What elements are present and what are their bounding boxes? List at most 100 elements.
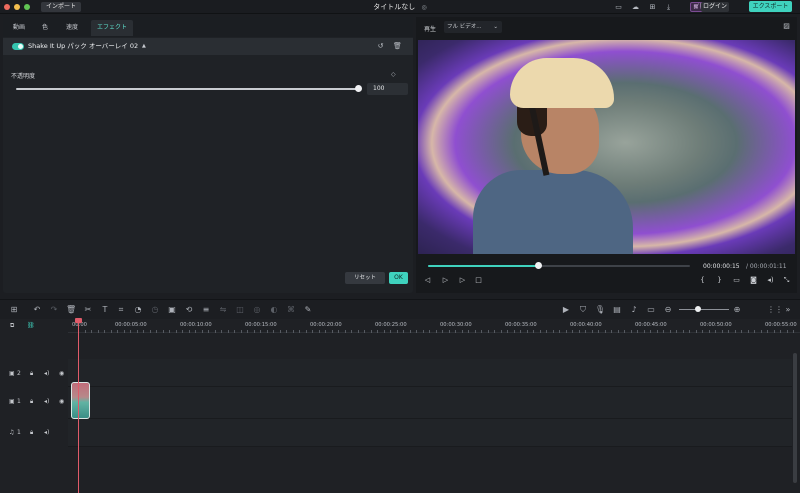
ok-button[interactable]: OK [389,272,408,284]
playhead[interactable] [78,321,79,493]
snapshot-view-icon[interactable]: ▨ [782,22,791,31]
lock-icon[interactable]: 🔒︎ [30,398,33,406]
text-icon[interactable]: T [100,305,110,315]
transition-icon[interactable]: ⇋ [218,305,228,315]
ruler-tick [481,330,482,333]
freeze-icon[interactable]: ◫ [235,305,245,315]
ruler-tick [500,330,502,333]
display-icon[interactable]: ▭ [732,276,741,285]
ruler-tick [650,330,651,333]
chevron-down-icon: ⌄ [493,24,498,30]
total-time: / 00:00:01:11 [746,263,787,270]
redo-icon[interactable]: ↷ [49,305,59,315]
opacity-slider-handle[interactable] [355,85,362,92]
audio-mix-icon[interactable]: ♪ [629,305,639,315]
export-button[interactable]: エクスポート [749,1,792,12]
previous-frame-icon[interactable]: ◁ [423,276,432,285]
subtitle-icon[interactable]: ▭ [646,305,656,315]
cloud-upload-icon[interactable]: ☁ [631,3,640,11]
ai-icon[interactable]: ⌘ [286,305,296,315]
video-track-1[interactable] [68,387,792,419]
ruler-tick [91,330,92,333]
fullscreen-icon[interactable]: ⤡ [782,276,791,285]
lock-icon[interactable]: 🔒︎ [30,370,33,378]
play-icon[interactable]: ▷ [458,276,467,285]
effect-toggle[interactable] [12,43,24,50]
timer-icon[interactable]: ◷ [150,305,160,315]
eye-icon[interactable]: ◉ [59,370,64,377]
delete-icon[interactable]: 🗑︎ [66,305,76,315]
timeline-scrollbar[interactable] [793,353,797,483]
ruler-tick [169,330,170,333]
ruler-tick [338,330,339,333]
reset-button[interactable]: リセット [345,272,385,284]
voiceover-icon[interactable]: ▤ [612,305,622,315]
tab-effects[interactable]: エフェクト [91,20,134,36]
current-time: 00:00:00:15 [703,263,740,270]
add-track-icon[interactable]: ⧉ [10,322,14,330]
crop-icon[interactable]: ⌗ [116,305,126,315]
undo-icon[interactable]: ↶ [32,305,42,315]
quality-select[interactable]: フル ビデオ... ⌄ [444,21,502,33]
ruler-tick [143,330,144,333]
mute-icon[interactable]: ◂) [44,370,49,377]
zoom-slider[interactable] [679,309,729,310]
play-reverse-icon[interactable]: ▷ [441,276,450,285]
audio-track-1[interactable] [68,419,792,447]
video-clip[interactable] [71,382,90,419]
login-button[interactable]: ログイン [701,2,729,12]
timeline-ruler[interactable]: 00:00 00:00:05:00 00:00:10:00 00:00:15:00 00… [68,319,800,333]
ruler-tick [305,330,307,333]
link-icon[interactable]: ⛓︎ [27,322,35,329]
fit-icon[interactable]: ▣ [167,305,177,315]
ruler-tick [299,330,300,333]
trash-icon[interactable]: 🗑︎ [393,42,402,51]
mark-out-icon[interactable]: } [715,276,724,285]
track-1-label: 1 [17,398,21,405]
stabilize-icon[interactable]: ◎ [252,305,262,315]
opacity-slider-track[interactable] [16,88,359,90]
pen-icon[interactable]: ✎ [303,305,313,315]
tab-video[interactable]: 動画 [13,20,25,36]
adjust-icon[interactable]: ≡ [201,305,211,315]
more-menu-icon[interactable]: » [783,305,793,315]
zoom-slider-handle[interactable] [695,306,701,312]
monitor-icon[interactable]: ▭ [614,3,623,11]
mute-icon[interactable]: ◂) [44,398,49,405]
video-preview[interactable] [418,40,795,254]
speed-icon[interactable]: ◔ [133,305,143,315]
ruler-tick [643,330,645,333]
ruler-tick [208,330,209,333]
video-track-2[interactable] [68,359,792,387]
mute-icon[interactable]: ◂) [44,429,49,436]
ruler-tick [429,330,430,333]
camera-icon[interactable]: ◙ [749,276,758,285]
zoom-out-icon[interactable]: ⊖ [663,305,673,315]
mask-icon[interactable]: ⟲ [184,305,194,315]
grid-layout-icon[interactable]: ⋮⋮ [767,305,783,315]
stop-icon[interactable]: □ [474,276,483,285]
zoom-in-icon[interactable]: ⊕ [732,305,742,315]
volume-icon[interactable]: ◂) [766,276,775,285]
ruler-tick [403,330,404,333]
color-match-icon[interactable]: ◐ [269,305,279,315]
ruler-tick [793,330,794,333]
tab-speed[interactable]: 速度 [66,20,78,36]
tab-color[interactable]: 色 [42,20,48,36]
keyframe-diamond-icon[interactable]: ◇ [391,71,396,78]
mark-in-icon[interactable]: { [698,276,707,285]
collapse-caret-icon[interactable]: ▲ [142,43,146,49]
opacity-value-input[interactable]: 100 [367,83,408,95]
shield-icon[interactable]: ⛉ [578,305,588,315]
layout-icon[interactable]: ⊞ [9,305,19,315]
render-icon[interactable]: ▶ [561,305,571,315]
eye-icon[interactable]: ◉ [59,398,64,405]
audio-track-label: 1 [17,429,21,436]
split-icon[interactable]: ✂ [83,305,93,315]
microphone-icon[interactable]: 🎙︎ [595,305,605,315]
playback-scrubber-handle[interactable] [535,262,543,269]
download-icon[interactable]: ⤓ [664,3,673,11]
lock-icon[interactable]: 🔒︎ [30,429,33,437]
reset-effect-icon[interactable]: ↺ [376,42,385,51]
apps-grid-icon[interactable]: ⊞ [648,3,657,11]
